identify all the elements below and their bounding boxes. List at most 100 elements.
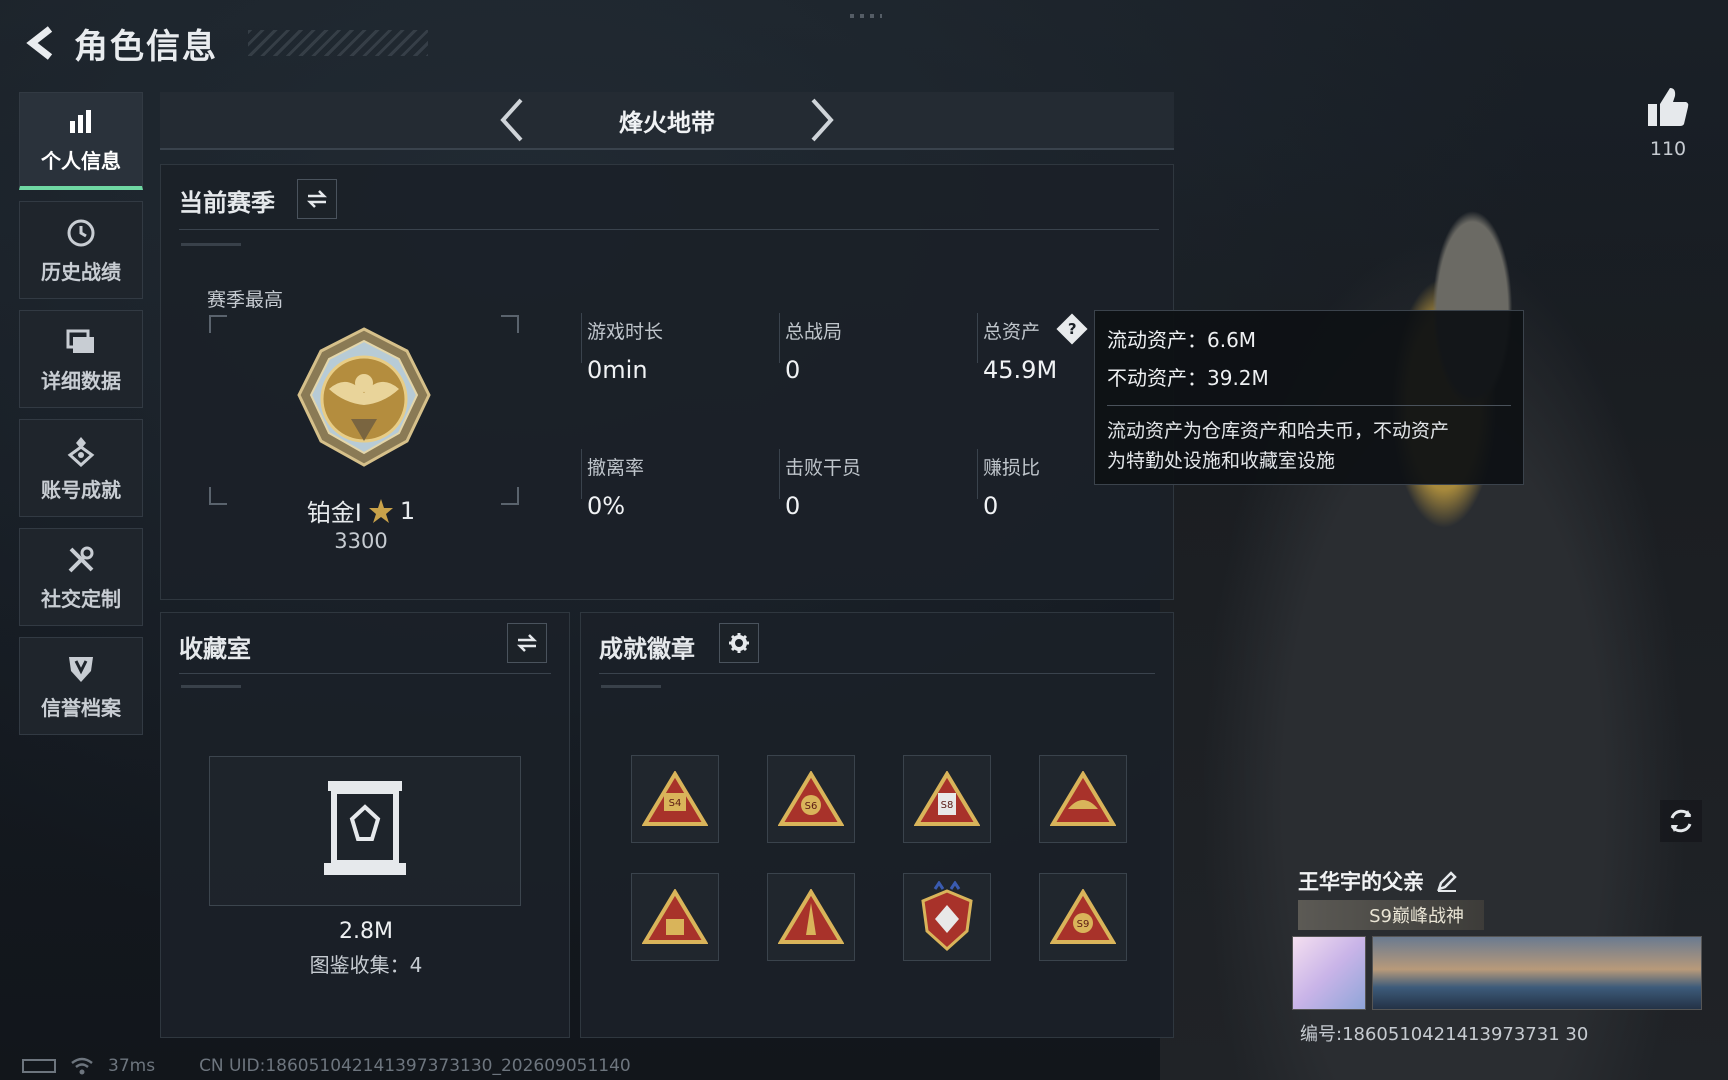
rank-name: 铂金I [306,499,362,527]
status-footer: 37ms CN UID:186051042141397373130_202609… [22,1056,631,1076]
assets-tooltip: 流动资产：6.6M 不动资产：39.2M 流动资产为仓库资产和哈夫币，不动资产 … [1094,310,1524,485]
season-title: 当前赛季 [179,189,275,217]
collection-preview[interactable] [209,756,521,906]
stat-label: 总战局 [785,321,843,343]
rank-stars: 1 [399,496,416,525]
decor-line [181,685,241,688]
player-card-id: 编号:1860510421413973731 30 [1300,1024,1589,1045]
stat-total-matches: 总战局 0 [785,317,965,384]
tools-icon [64,543,98,577]
player-name-row: 王华宇的父亲 [1298,866,1458,896]
title-tag-label: S9巅峰战神 [1369,906,1464,927]
player-avatar[interactable] [1292,936,1366,1010]
badge-s4[interactable]: S4 [631,755,719,843]
tooltip-fixed-assets: 不动资产：39.2M [1107,366,1269,390]
stat-separator [977,449,978,499]
badge-4[interactable] [1039,755,1127,843]
badge-6[interactable] [767,873,855,961]
badge-5[interactable] [631,873,719,961]
sidebar-item-label: 账号成就 [41,477,121,502]
sidebar-item-history[interactable]: 历史战绩 [19,201,143,299]
next-mode-button[interactable] [802,96,842,144]
triangle-badge-icon: S6 [778,771,844,826]
badge-s8[interactable]: S8 [903,755,991,843]
sidebar-item-label: 社交定制 [41,586,121,611]
swap-icon [516,634,538,652]
frame-corner [501,315,519,333]
stat-label: 击败干员 [785,457,862,479]
question-icon: ? [1067,319,1077,338]
medal-icon [64,434,98,468]
divider [179,673,551,674]
badges-settings-button[interactable] [719,623,759,663]
svg-text:S9: S9 [1077,919,1090,930]
clock-history-icon [64,216,98,250]
sidebar-item-credit[interactable]: 信誉档案 [19,637,143,735]
swap-icon [306,190,328,208]
triangle-badge-icon [642,889,708,944]
triangle-badge-icon: S4 [642,771,708,826]
collection-value: 2.8M [339,919,393,944]
stat-value: 0 [785,356,801,384]
season-best-label: 赛季最高 [207,289,284,311]
shield-badge-icon [921,881,973,952]
sidebar-item-personal-info[interactable]: 个人信息 [19,92,143,190]
gear-icon [729,633,749,653]
stat-separator [977,313,978,363]
back-button[interactable] [18,19,66,67]
badges-panel: 成就徽章 S4 S6 S8 S9 [580,612,1174,1038]
rotate-button[interactable] [1660,800,1702,842]
uid-text: CN UID:186051042141397373130_20260905114… [199,1056,631,1076]
player-name: 王华宇的父亲 [1298,870,1424,894]
season-panel: 当前赛季 赛季最高 铂金I 1 3300 游戏时长 0min 总战局 0 总资产… [160,164,1174,600]
rank-frame [209,315,519,505]
stat-separator [779,313,780,363]
title-decoration [248,30,428,56]
rank-score: 3300 [334,529,388,553]
triangle-badge-icon: S9 [1050,889,1116,944]
stat-label: 撤离率 [587,457,645,479]
back-arrow-icon [26,26,53,60]
mode-selector: 烽火地带 [160,92,1174,150]
refresh-icon [1670,809,1692,833]
stat-separator [779,449,780,499]
tooltip-liquid-assets: 流动资产：6.6M [1107,328,1257,352]
page-header: 角色信息 [18,18,428,68]
sidebar-item-label: 信誉档案 [41,695,121,720]
stat-value: 0min [587,356,648,384]
sidebar-item-social[interactable]: 社交定制 [19,528,143,626]
edit-pencil-icon[interactable] [1436,870,1458,892]
stat-separator [581,449,582,499]
sidebar-item-achievements[interactable]: 账号成就 [19,419,143,517]
badge-s6[interactable]: S6 [767,755,855,843]
stat-kills: 击败干员 0 [785,453,965,520]
divider [179,229,1159,230]
chevron-left-icon [500,98,523,142]
stat-value: 0% [587,492,626,520]
badge-7[interactable] [903,873,991,961]
triangle-badge-icon [1050,771,1116,826]
sidebar-item-details[interactable]: 详细数据 [19,310,143,408]
player-banner[interactable] [1372,936,1702,1010]
player-title-tag: S9巅峰战神 [1298,900,1484,930]
stat-value: 0 [983,492,999,520]
frame-corner [209,315,227,333]
season-switch-button[interactable] [297,179,337,219]
collection-switch-button[interactable] [507,623,547,663]
ping-value: 37ms [108,1056,156,1076]
badges-title: 成就徽章 [599,635,695,663]
folder-icon [64,325,98,359]
triangle-badge-icon: S8 [914,771,980,826]
prev-mode-button[interactable] [492,96,532,144]
rank-name-row: 铂金I 1 [161,493,561,528]
mode-name: 烽火地带 [619,108,715,137]
sidebar-item-label: 个人信息 [41,149,121,173]
stat-play-time: 游戏时长 0min [587,317,767,384]
sidebar: 个人信息 历史战绩 详细数据 账号成就 社交定制 信誉档案 [19,92,143,746]
badge-s9[interactable]: S9 [1039,873,1127,961]
thumbs-up-icon [1648,88,1689,126]
sidebar-item-label: 历史战绩 [41,259,121,284]
like-button[interactable]: 110 [1640,86,1696,160]
tooltip-divider [1107,405,1511,406]
stat-label: 游戏时长 [587,321,664,343]
